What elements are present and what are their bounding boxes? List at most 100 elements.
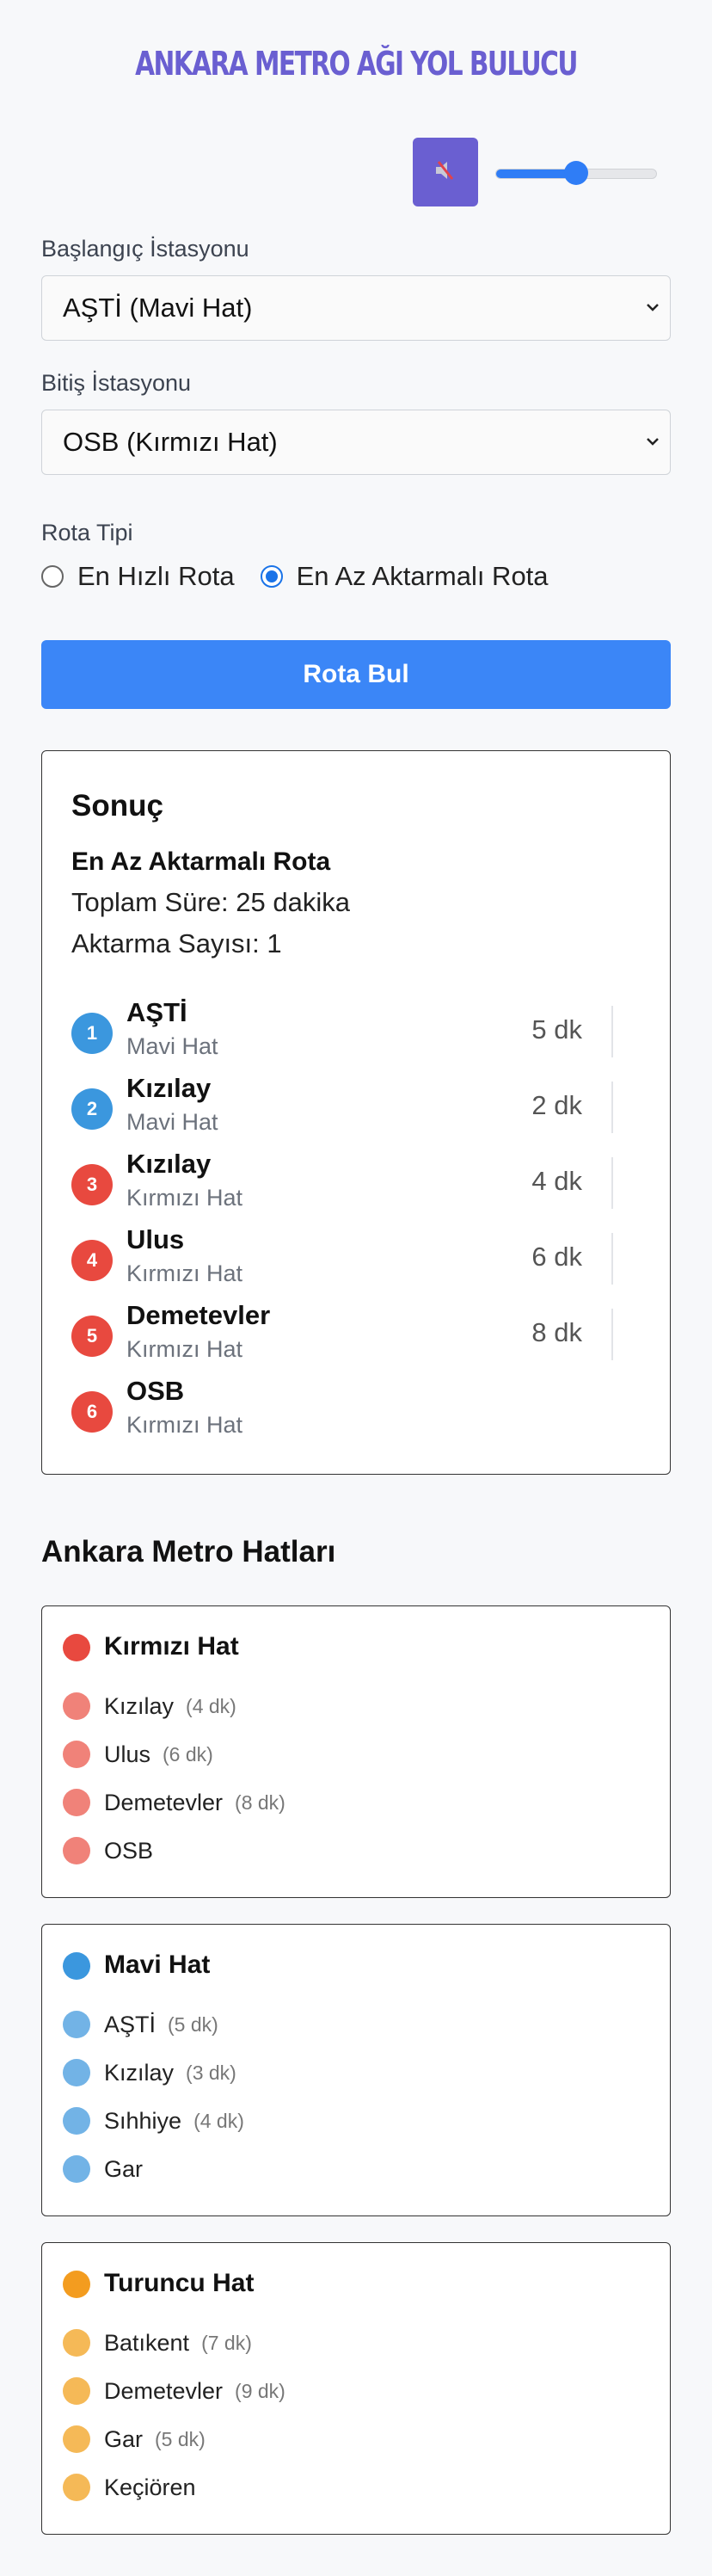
line-station: Keçiören — [63, 2470, 196, 2505]
station-name: Gar — [104, 2155, 144, 2182]
station-name: OSB — [104, 1837, 154, 1864]
step-line: Mavi Hat — [126, 1109, 218, 1135]
station-dot — [63, 2425, 90, 2453]
route-step: 2 Kızılay Mavi Hat 2 dk — [71, 1071, 642, 1140]
radio-circle[interactable] — [41, 565, 64, 588]
end-station-value: OSB (Kırmızı Hat) — [63, 427, 278, 457]
metro-lines-title: Ankara Metro Hatları — [41, 1535, 336, 1568]
line-station: Batıkent (7 dk) — [63, 2326, 252, 2360]
step-duration: 4 dk — [531, 1166, 582, 1196]
step-station: Kızılay — [126, 1149, 212, 1179]
radio-label: En Hızlı Rota — [77, 561, 235, 591]
step-line: Kırmızı Hat — [126, 1336, 243, 1362]
station-duration: (5 dk) — [155, 2427, 206, 2450]
volume-slider-thumb[interactable] — [564, 161, 588, 185]
route-step: 5 Demetevler Kırmızı Hat 8 dk — [71, 1298, 642, 1367]
start-station-label: Başlangıç İstasyonu — [41, 236, 249, 262]
step-station: Demetevler — [126, 1300, 271, 1330]
station-dot — [63, 2377, 90, 2405]
app-title: ANKARA METRO AĞI YOL BULUCU — [135, 45, 578, 83]
route-type-label: Rota Tipi — [41, 520, 133, 545]
find-route-button[interactable]: Rota Bul — [41, 640, 671, 709]
result-transfer-count: Aktarma Sayısı: 1 — [71, 928, 282, 958]
line-station: Gar — [63, 2152, 143, 2186]
station-dot — [63, 1692, 90, 1720]
route-step: 6 OSB Kırmızı Hat — [71, 1374, 642, 1443]
station-dot — [63, 2107, 90, 2135]
station-dot — [63, 2155, 90, 2183]
station-duration: (4 dk) — [186, 1694, 236, 1717]
station-name: Sıhhiye — [104, 2107, 182, 2134]
route-step: 3 Kızılay Kırmızı Hat 4 dk — [71, 1147, 642, 1216]
step-line: Kırmızı Hat — [126, 1412, 243, 1438]
step-duration: 5 dk — [531, 1014, 582, 1045]
line-station: AŞTİ (5 dk) — [63, 2007, 218, 2042]
result-title: Sonuç — [71, 789, 163, 823]
chevron-down-icon — [644, 276, 661, 364]
line-name: Mavi Hat — [104, 1950, 211, 1979]
radio-fewest-transfers-route[interactable]: En Az Aktarmalı Rota — [260, 561, 549, 592]
station-name: Kızılay — [104, 1692, 175, 1719]
radio-label: En Az Aktarmalı Rota — [296, 561, 549, 591]
radio-fastest-route[interactable]: En Hızlı Rota — [41, 561, 235, 592]
start-station-value: AŞTİ (Mavi Hat) — [63, 293, 253, 323]
step-line: Kırmızı Hat — [126, 1185, 243, 1211]
line-station: Kızılay (3 dk) — [63, 2055, 236, 2090]
step-number-badge: 5 — [71, 1316, 113, 1357]
step-station: Ulus — [126, 1224, 185, 1254]
station-name: AŞTİ — [104, 2011, 157, 2037]
station-dot — [63, 1789, 90, 1816]
step-number-badge: 1 — [71, 1013, 113, 1054]
station-name: Demetevler — [104, 1789, 224, 1815]
speaker-muted-icon — [433, 158, 457, 187]
step-divider — [611, 1157, 613, 1209]
station-duration: (3 dk) — [186, 2061, 236, 2084]
station-dot — [63, 2474, 90, 2501]
route-step: 4 Ulus Kırmızı Hat 6 dk — [71, 1223, 642, 1291]
end-station-select[interactable]: OSB (Kırmızı Hat) — [41, 410, 671, 475]
step-line: Mavi Hat — [126, 1033, 218, 1059]
chevron-down-icon — [644, 410, 661, 498]
step-number-badge: 2 — [71, 1088, 113, 1130]
step-number-badge: 4 — [71, 1240, 113, 1281]
sound-controls — [413, 138, 671, 206]
station-name: Demetevler — [104, 2377, 224, 2404]
step-divider — [611, 1006, 613, 1057]
step-divider — [611, 1233, 613, 1285]
volume-slider[interactable] — [495, 161, 657, 185]
radio-circle[interactable] — [260, 565, 283, 588]
mute-button[interactable] — [413, 138, 478, 206]
line-card-blue: Mavi Hat AŞTİ (5 dk) Kızılay (3 dk) Sıhh… — [41, 1924, 671, 2216]
step-duration: 8 dk — [531, 1317, 582, 1347]
station-duration: (5 dk) — [168, 2012, 218, 2036]
station-dot — [63, 1837, 90, 1864]
line-station: Ulus (6 dk) — [63, 1737, 213, 1772]
station-duration: (6 dk) — [163, 1742, 213, 1766]
line-station: Sıhhiye (4 dk) — [63, 2104, 244, 2138]
result-total-time: Toplam Süre: 25 dakika — [71, 887, 350, 917]
route-type-options: En Hızlı Rota En Az Aktarmalı Rota — [41, 559, 574, 594]
line-color-dot — [63, 2271, 90, 2298]
end-station-label: Bitiş İstasyonu — [41, 370, 192, 396]
start-station-select[interactable]: AŞTİ (Mavi Hat) — [41, 275, 671, 341]
station-duration: (8 dk) — [235, 1790, 285, 1814]
step-duration: 2 dk — [531, 1090, 582, 1120]
station-name: Kızılay — [104, 2059, 175, 2086]
line-card-orange: Turuncu Hat Batıkent (7 dk) Demetevler (… — [41, 2242, 671, 2535]
line-name: Kırmızı Hat — [104, 1632, 239, 1661]
line-station: Gar (5 dk) — [63, 2422, 206, 2456]
step-station: AŞTİ — [126, 997, 187, 1027]
result-route-type: En Az Aktarmalı Rota — [71, 847, 331, 876]
step-duration: 6 dk — [531, 1242, 582, 1272]
station-name: Gar — [104, 2425, 144, 2452]
line-station: Demetevler (9 dk) — [63, 2374, 285, 2408]
line-station: Kızılay (4 dk) — [63, 1689, 236, 1723]
route-step: 1 AŞTİ Mavi Hat 5 dk — [71, 995, 642, 1064]
station-dot — [63, 2011, 90, 2038]
line-color-dot — [63, 1634, 90, 1661]
station-name: Ulus — [104, 1741, 151, 1767]
station-dot — [63, 2329, 90, 2357]
step-divider — [611, 1082, 613, 1133]
station-name: Keçiören — [104, 2474, 196, 2500]
line-station: Demetevler (8 dk) — [63, 1785, 285, 1820]
